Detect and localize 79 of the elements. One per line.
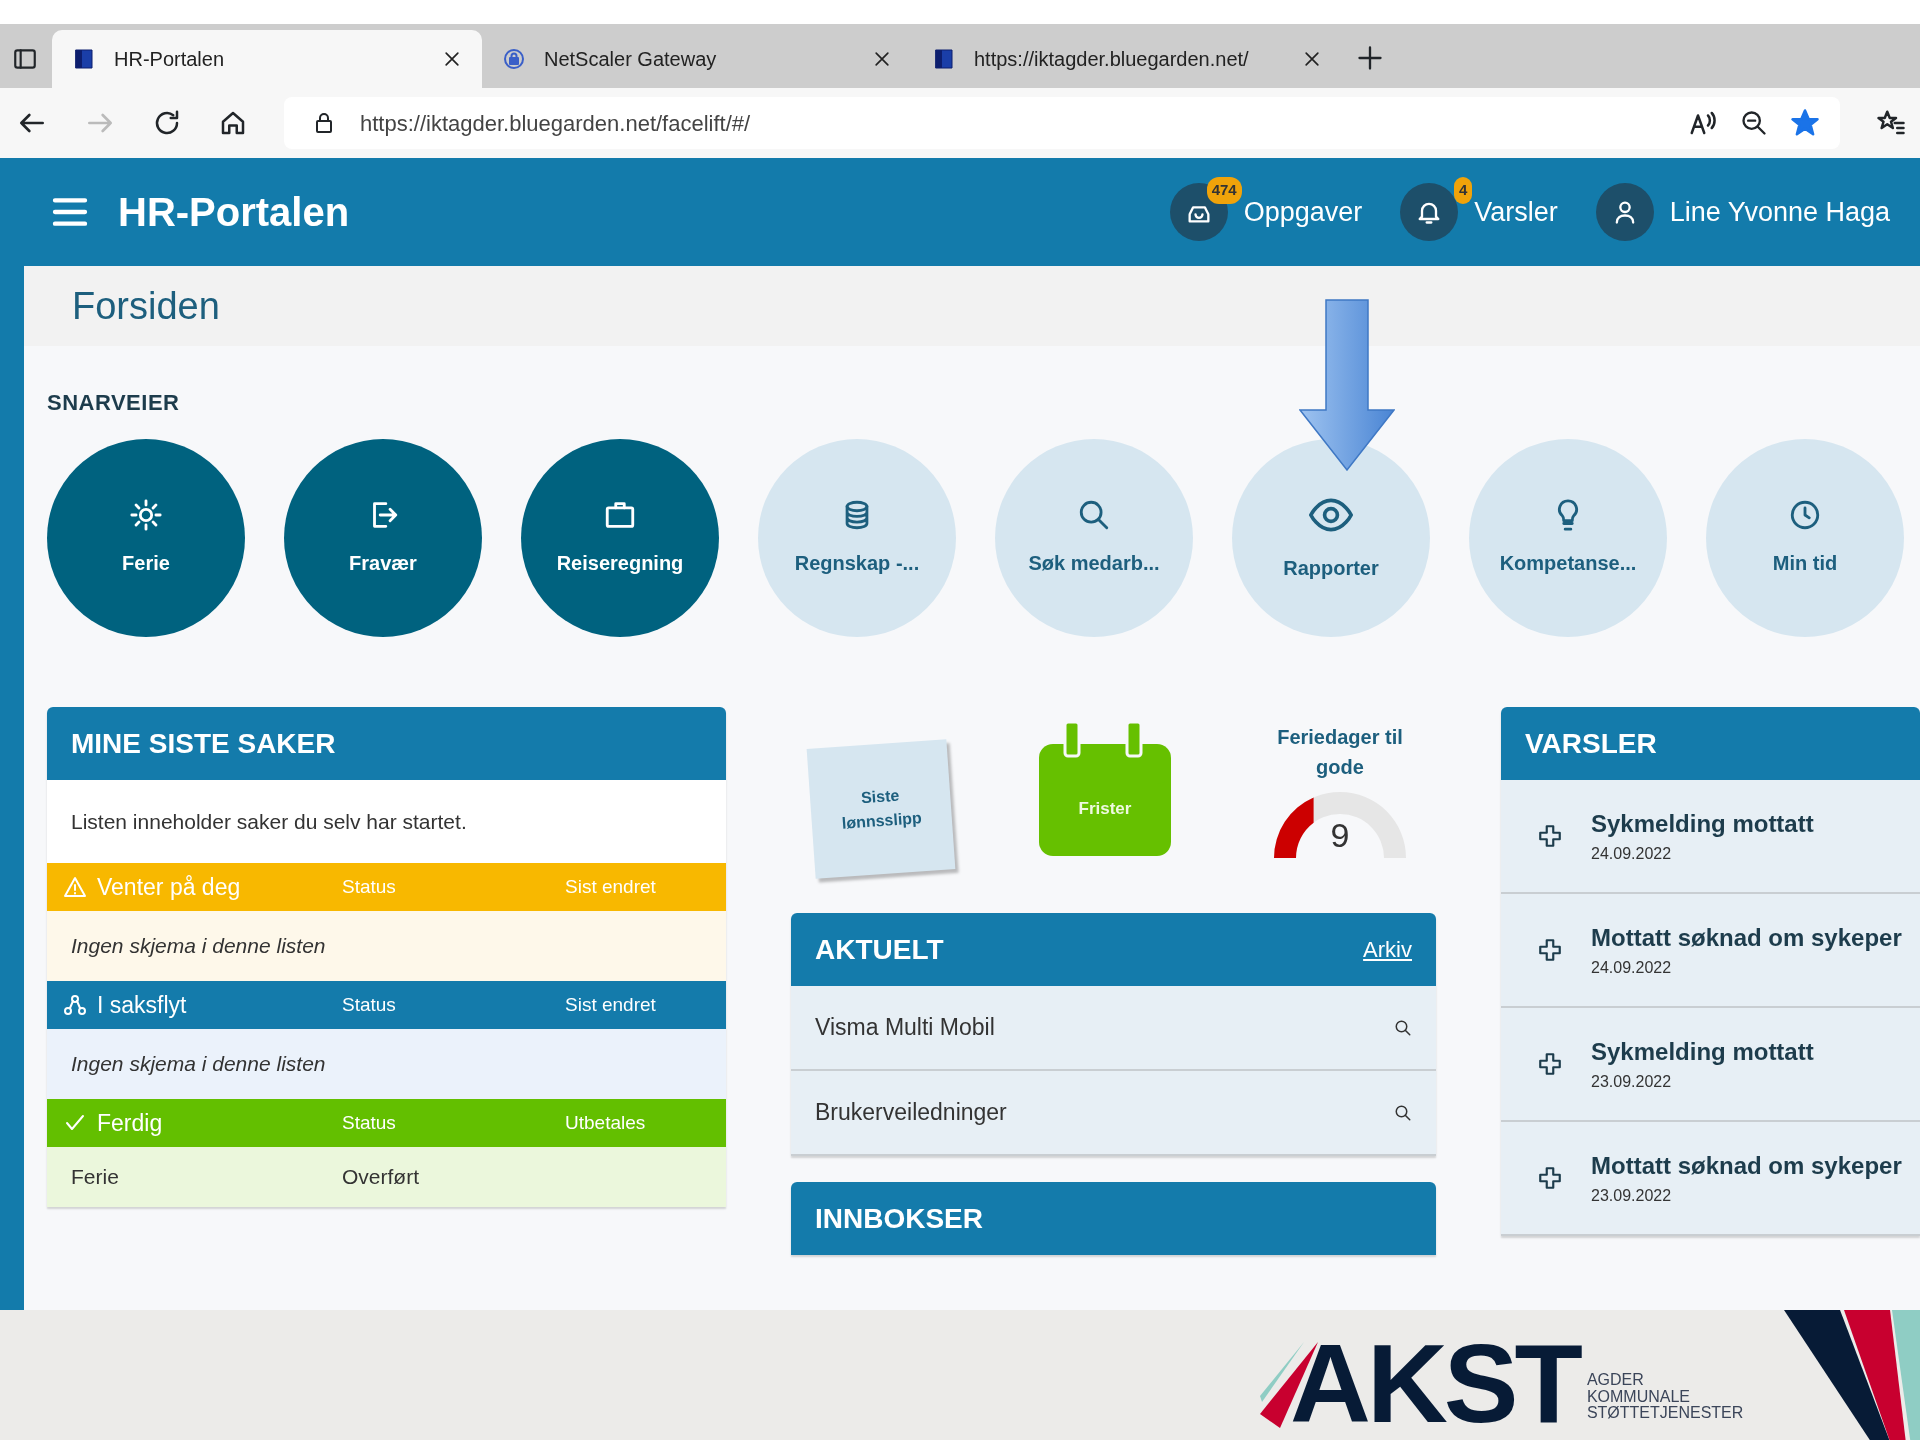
page-icon [932,47,956,71]
gauge-value: 9 [1330,818,1350,852]
warning-icon [63,875,87,899]
empty-message: Ingen skjema i denne listen [47,911,726,981]
news-item[interactable]: Visma Multi Mobil [791,986,1436,1071]
sidebar-icon[interactable] [12,46,38,72]
shortcut-button[interactable]: Min tid [1706,439,1904,637]
shortcut-button[interactable]: Fravær [284,439,482,637]
lock-icon [502,47,526,71]
count-badge: 4 [1453,177,1473,204]
column-header: Sist endret [565,874,657,899]
page-title: Forsiden [24,266,1920,346]
browser-tab[interactable]: HR-Portalen [52,30,482,88]
shortcut-button[interactable]: Reiseregning [521,439,719,637]
cross-icon [1537,1051,1563,1077]
search-icon [1394,1018,1412,1037]
logo-text: AKST [1290,1328,1579,1440]
column-header: Status [342,1110,397,1135]
browser-tab[interactable]: NetScaler Gateway [482,30,912,88]
browser-tab[interactable]: https://iktagder.bluegarden.net/ [912,30,1342,88]
table-cell-text: Ferie [71,1164,120,1191]
column-header: Status [342,992,397,1017]
empty-message: Ingen skjema i denne listen [47,1029,726,1099]
search-icon [1394,1103,1412,1122]
gauge-title: Feriedager til gode [1276,725,1404,780]
header-button[interactable]: Line Yvonne Haga [1591,173,1894,251]
notification-title: Mottatt søknad om sykeper [1591,1151,1902,1181]
cross-icon [1537,823,1563,849]
notification-date: 23.09.2022 [1591,1186,1673,1206]
panel-title: AKTUELT [815,932,944,967]
logo-tagline: AGDER KOMMUNALE STØTTETJENESTER [1586,1371,1744,1423]
group-title: I saksflyt [97,990,187,1020]
app-title: HR-Portalen [118,189,351,236]
star-icon[interactable] [1790,108,1820,138]
cross-icon [1537,937,1563,963]
workflow-icon [63,993,87,1017]
group-title: Ferdig [97,1108,163,1138]
count-badge: 474 [1206,177,1242,204]
notification-date: 23.09.2022 [1591,1072,1673,1092]
zoom-out-icon[interactable] [1740,109,1768,137]
new-tab-icon[interactable] [1356,44,1384,72]
notification-item[interactable]: Mottatt søknad om sykeper 24.09.2022 [1501,894,1920,1008]
shortcut-button[interactable]: Kompetanse... [1469,439,1667,637]
cross-icon [1537,1165,1563,1191]
shortcut-button[interactable]: Regnskap -... [758,439,956,637]
shortcut-button[interactable]: Ferie [47,439,245,637]
address-field[interactable]: https://iktagder.bluegarden.net/facelift/#/ [284,97,1840,149]
panel-title: INNBOKSER [815,1201,983,1236]
header-button[interactable]: 474 Oppgaver [1165,173,1367,251]
shortcut-button[interactable]: Søk medarb... [995,439,1193,637]
notification-item[interactable]: Mottatt søknad om sykeper 23.09.2022 [1501,1122,1920,1236]
clock-icon [1788,498,1822,532]
panel-title: VARSLER [1525,726,1657,761]
notification-item[interactable]: Sykmelding mottatt 23.09.2022 [1501,1008,1920,1122]
notification-item[interactable]: Sykmelding mottatt 24.09.2022 [1501,780,1920,894]
shortcut-button[interactable]: Rapporter [1232,439,1430,637]
notification-title: Sykmelding mottatt [1591,809,1814,839]
close-icon[interactable] [442,49,462,69]
notification-date: 24.09.2022 [1591,844,1673,864]
page-icon [72,47,96,71]
news-item[interactable]: Brukerveiledninger [791,1071,1436,1156]
archive-link[interactable]: Arkiv [1363,933,1412,966]
column-header: Utbetales [565,1110,647,1135]
close-icon[interactable] [1302,49,1322,69]
section-title: SNARVEIER [46,389,181,417]
table-cell-text: Overført [342,1164,420,1191]
notification-title: Mottatt søknad om sykeper [1591,923,1902,953]
header-button[interactable]: 4 Varsler [1396,173,1562,251]
panel-description: Listen inneholder saker du selv har startet. [70,808,468,835]
payslip-note[interactable]: Siste lønnsslipp [806,739,956,879]
notification-title: Sykmelding mottatt [1591,1037,1814,1067]
close-icon[interactable] [872,49,892,69]
column-header: Status [342,874,397,899]
search-icon [1077,498,1111,532]
group-title: Venter på deg [97,872,241,902]
column-header: Sist endret [565,992,657,1017]
sun-icon [129,498,163,532]
panel-title: MINE SISTE SAKER [71,726,336,761]
notification-date: 24.09.2022 [1591,958,1673,978]
